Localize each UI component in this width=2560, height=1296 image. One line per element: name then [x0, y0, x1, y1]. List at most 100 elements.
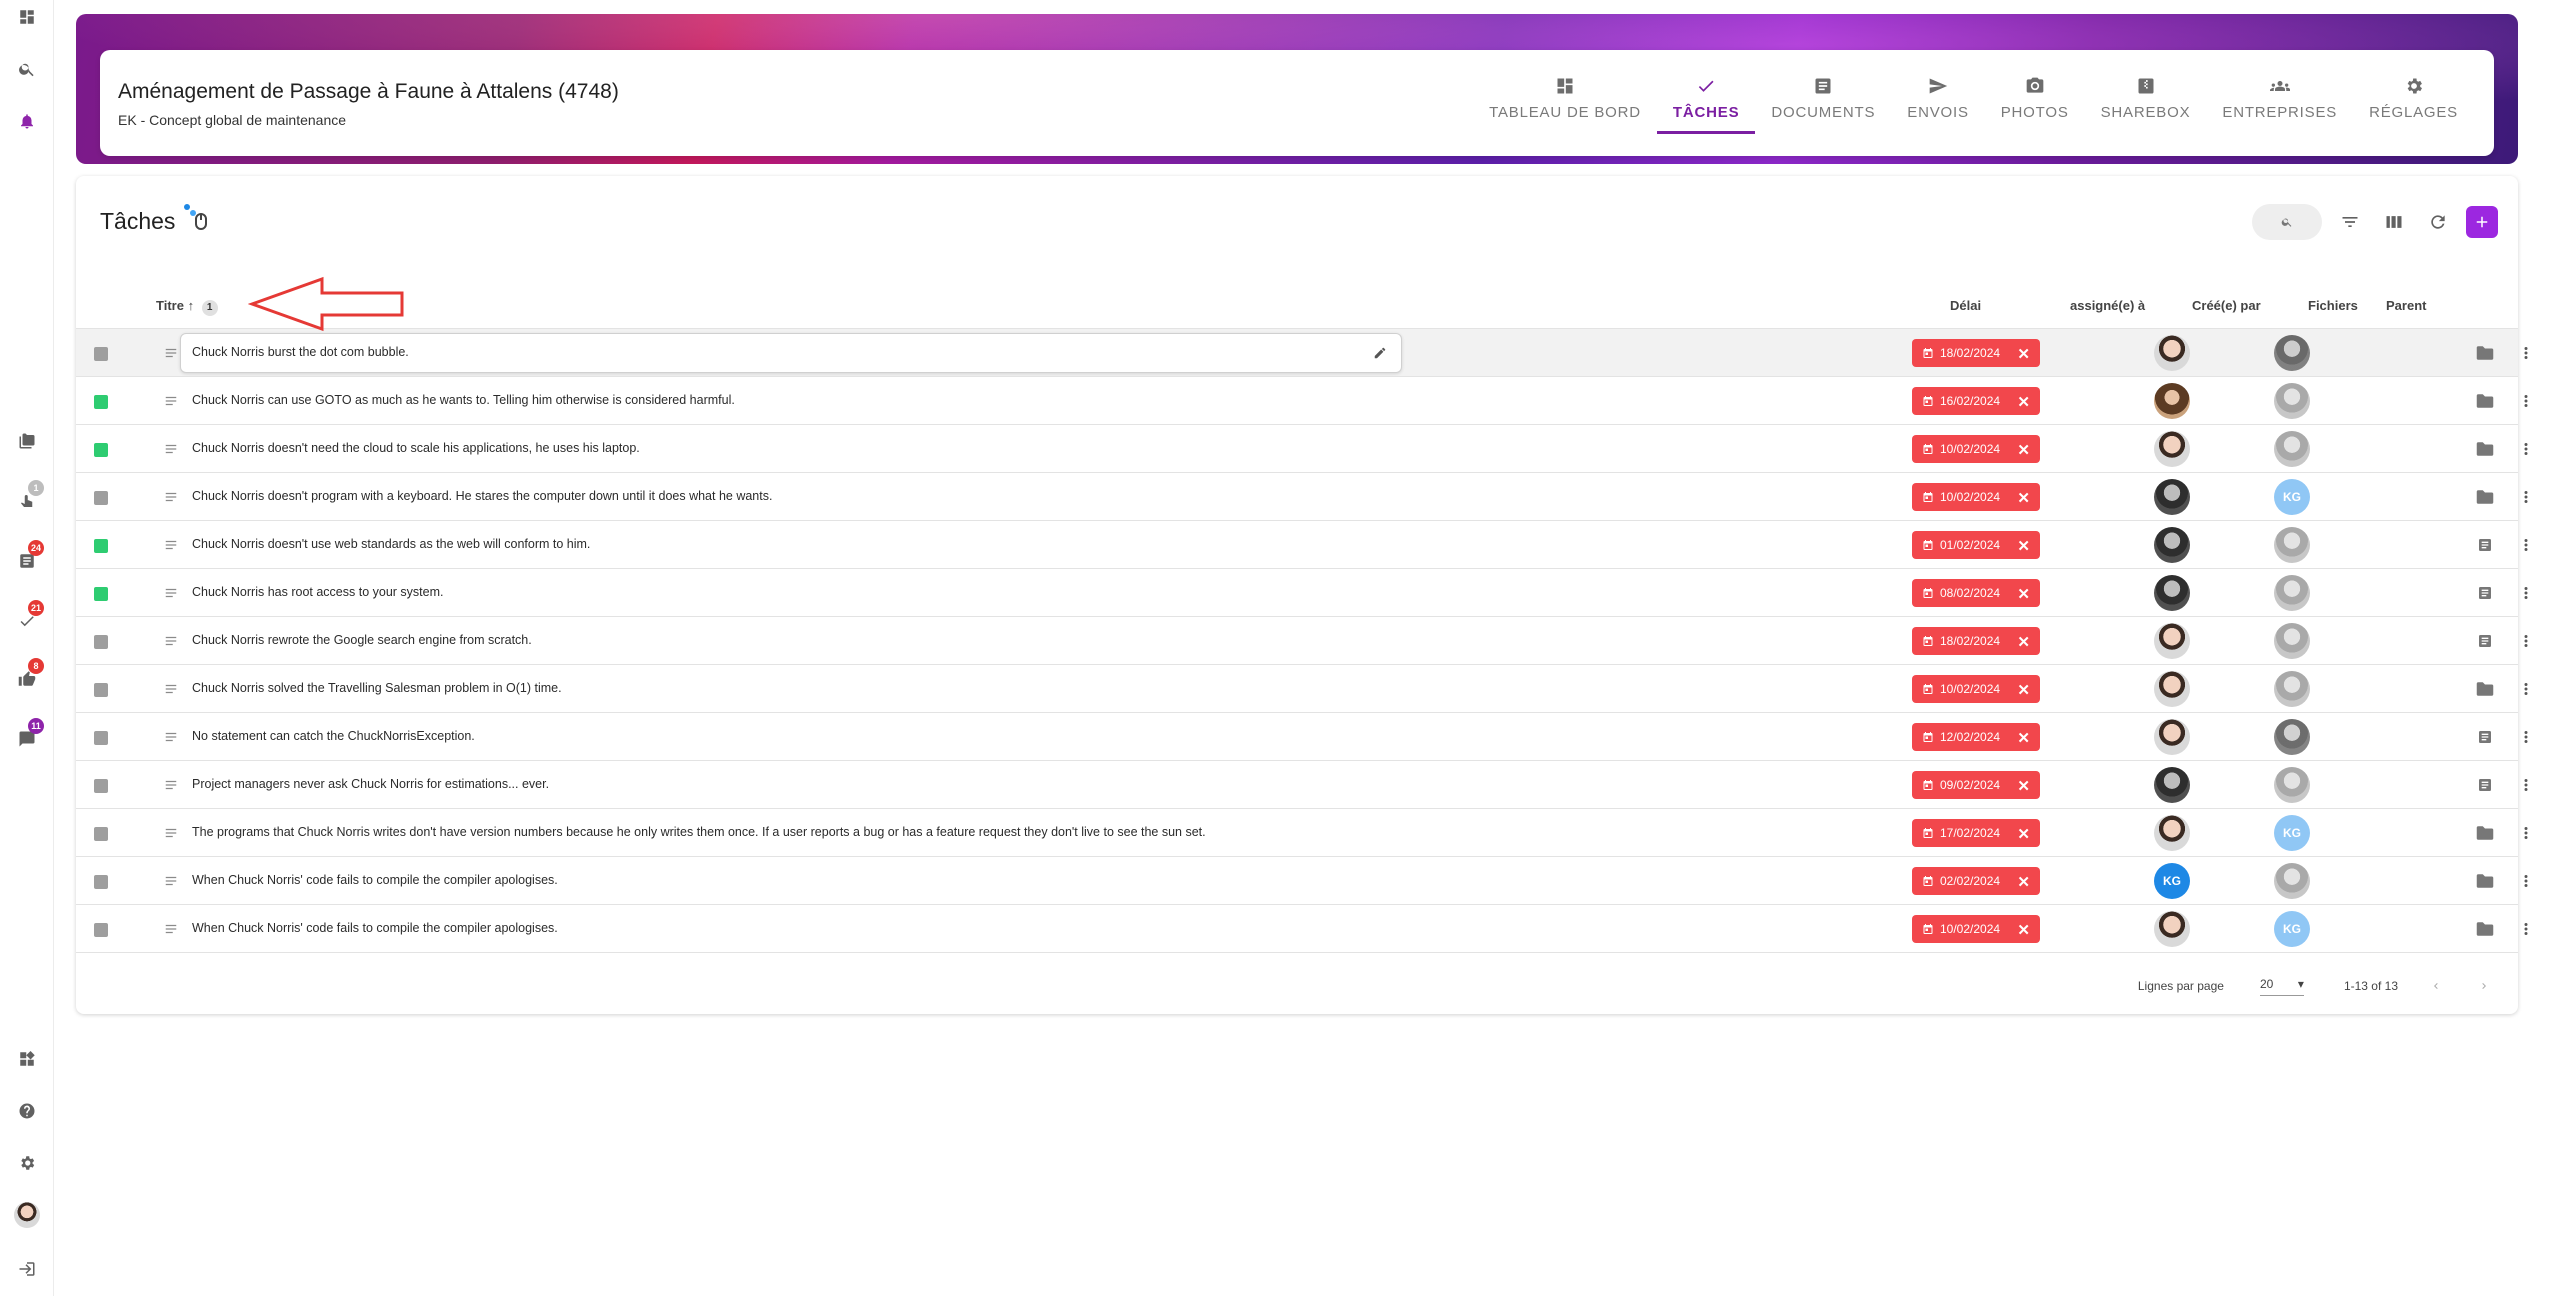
task-title[interactable]: Chuck Norris doesn't use web standards a…: [192, 537, 590, 551]
contacts-icon[interactable]: 1: [14, 480, 44, 514]
folder-icon[interactable]: [2476, 345, 2494, 366]
status-indicator[interactable]: [94, 491, 108, 505]
assignee-avatar[interactable]: KG: [2154, 863, 2190, 899]
more-options-icon[interactable]: [2516, 535, 2536, 555]
creator-avatar[interactable]: [2274, 719, 2310, 755]
folder-icon[interactable]: [2476, 825, 2494, 846]
previous-page-button[interactable]: [2426, 976, 2446, 996]
status-indicator[interactable]: [94, 443, 108, 457]
assignee-avatar[interactable]: [2154, 719, 2190, 755]
creator-avatar[interactable]: [2274, 863, 2310, 899]
document-icon[interactable]: [2476, 729, 2494, 750]
deadline-chip[interactable]: 10/02/2024 ✕: [1912, 915, 2040, 943]
document-icon[interactable]: [2476, 777, 2494, 798]
table-row[interactable]: Chuck Norris burst the dot com bubble. 18…: [76, 328, 2528, 376]
column-parent[interactable]: Parent: [2386, 298, 2426, 313]
task-title[interactable]: The programs that Chuck Norris writes do…: [192, 825, 1206, 839]
logout-icon[interactable]: [14, 1256, 40, 1282]
deadline-chip[interactable]: 09/02/2024 ✕: [1912, 771, 2040, 799]
creator-avatar[interactable]: [2274, 527, 2310, 563]
clear-deadline-icon[interactable]: ✕: [2017, 729, 2030, 747]
deadline-chip[interactable]: 10/02/2024 ✕: [1912, 435, 2040, 463]
status-indicator[interactable]: [94, 923, 108, 937]
task-title[interactable]: No statement can catch the ChuckNorrisEx…: [192, 729, 475, 743]
widgets-icon[interactable]: [14, 1046, 40, 1072]
more-options-icon[interactable]: [2516, 343, 2536, 363]
table-row[interactable]: No statement can catch the ChuckNorrisEx…: [76, 712, 2528, 760]
task-title[interactable]: Project managers never ask Chuck Norris …: [192, 777, 549, 791]
document-icon[interactable]: [2476, 633, 2494, 654]
deadline-chip[interactable]: 10/02/2024 ✕: [1912, 675, 2040, 703]
dashboard-icon[interactable]: [14, 4, 40, 30]
settings-icon[interactable]: [14, 1150, 40, 1176]
status-indicator[interactable]: [94, 347, 108, 361]
table-row[interactable]: Chuck Norris doesn't use web standards a…: [76, 520, 2528, 568]
document-icon[interactable]: [2476, 537, 2494, 558]
deadline-chip[interactable]: 18/02/2024 ✕: [1912, 627, 2040, 655]
tab-sharebox[interactable]: SHAREBOX: [2085, 76, 2207, 134]
help-icon[interactable]: [14, 1098, 40, 1124]
creator-avatar[interactable]: KG: [2274, 911, 2310, 947]
bell-icon[interactable]: [14, 108, 40, 134]
more-options-icon[interactable]: [2516, 775, 2536, 795]
clear-deadline-icon[interactable]: ✕: [2017, 681, 2030, 699]
more-options-icon[interactable]: [2516, 727, 2536, 747]
creator-avatar[interactable]: [2274, 431, 2310, 467]
more-options-icon[interactable]: [2516, 487, 2536, 507]
assignee-avatar[interactable]: [2154, 383, 2190, 419]
deadline-chip[interactable]: 10/02/2024 ✕: [1912, 483, 2040, 511]
folder-icon[interactable]: [2476, 489, 2494, 510]
tasks-nav-icon[interactable]: 21: [14, 600, 45, 634]
clear-deadline-icon[interactable]: ✕: [2017, 489, 2030, 507]
status-indicator[interactable]: [94, 731, 108, 745]
tab-photos[interactable]: PHOTOS: [1985, 76, 2085, 134]
clear-deadline-icon[interactable]: ✕: [2017, 777, 2030, 795]
rows-per-page-select[interactable]: 20 ▾: [2259, 977, 2304, 996]
user-avatar[interactable]: [14, 1202, 40, 1228]
search-icon[interactable]: [14, 56, 40, 82]
table-row[interactable]: Chuck Norris can use GOTO as much as he …: [76, 376, 2528, 424]
folder-icon[interactable]: [2476, 921, 2494, 942]
tab-reglages[interactable]: RÉGLAGES: [2353, 76, 2474, 134]
filter-button[interactable]: [2334, 206, 2366, 238]
deadline-chip[interactable]: 08/02/2024 ✕: [1912, 579, 2040, 607]
creator-avatar[interactable]: [2274, 671, 2310, 707]
folder-icon[interactable]: [2476, 873, 2494, 894]
clear-deadline-icon[interactable]: ✕: [2017, 441, 2030, 459]
assignee-avatar[interactable]: [2154, 335, 2190, 371]
clear-deadline-icon[interactable]: ✕: [2017, 537, 2030, 555]
task-title[interactable]: Chuck Norris doesn't need the cloud to s…: [192, 441, 640, 455]
creator-avatar[interactable]: KG: [2274, 815, 2310, 851]
status-indicator[interactable]: [94, 395, 108, 409]
status-indicator[interactable]: [94, 827, 108, 841]
documents-nav-icon[interactable]: 24: [14, 540, 45, 574]
assignee-avatar[interactable]: [2154, 575, 2190, 611]
column-deadline[interactable]: Délai: [1950, 298, 1981, 313]
search-input[interactable]: [2252, 204, 2322, 240]
table-row[interactable]: When Chuck Norris' code fails to compile…: [76, 856, 2528, 904]
task-title[interactable]: Chuck Norris burst the dot com bubble.: [192, 345, 409, 359]
creator-avatar[interactable]: KG: [2274, 479, 2310, 515]
clear-deadline-icon[interactable]: ✕: [2017, 393, 2030, 411]
more-options-icon[interactable]: [2516, 631, 2536, 651]
more-options-icon[interactable]: [2516, 919, 2536, 939]
task-title[interactable]: Chuck Norris can use GOTO as much as he …: [192, 393, 735, 407]
column-title[interactable]: Titre ↑ 1: [156, 298, 218, 316]
next-page-button[interactable]: [2474, 976, 2494, 996]
folder-icon[interactable]: [2476, 441, 2494, 462]
clear-deadline-icon[interactable]: ✕: [2017, 873, 2030, 891]
creator-avatar[interactable]: [2274, 335, 2310, 371]
column-creator[interactable]: Créé(e) par: [2192, 298, 2261, 313]
table-row[interactable]: Chuck Norris solved the Travelling Sales…: [76, 664, 2528, 712]
more-options-icon[interactable]: [2516, 871, 2536, 891]
more-options-icon[interactable]: [2516, 391, 2536, 411]
document-icon[interactable]: [2476, 585, 2494, 606]
assignee-avatar[interactable]: [2154, 479, 2190, 515]
table-row[interactable]: Chuck Norris rewrote the Google search e…: [76, 616, 2528, 664]
status-indicator[interactable]: [94, 875, 108, 889]
table-row[interactable]: Chuck Norris doesn't need the cloud to s…: [76, 424, 2528, 472]
more-options-icon[interactable]: [2516, 823, 2536, 843]
status-indicator[interactable]: [94, 587, 108, 601]
assignee-avatar[interactable]: [2154, 911, 2190, 947]
clear-deadline-icon[interactable]: ✕: [2017, 633, 2030, 651]
